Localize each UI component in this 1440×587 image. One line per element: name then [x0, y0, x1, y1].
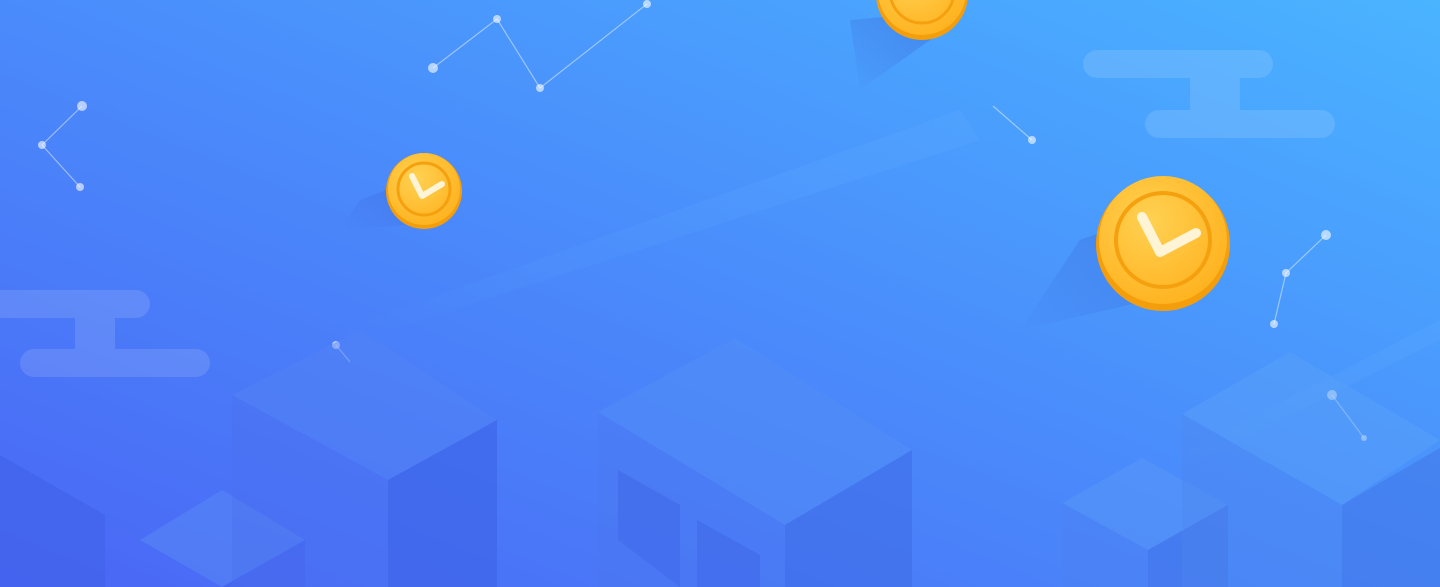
coin-v-icon: [386, 153, 462, 229]
hero-banner: [0, 0, 1440, 587]
coin-v-icon: [1096, 176, 1230, 311]
banner-illustration: [0, 0, 1440, 587]
